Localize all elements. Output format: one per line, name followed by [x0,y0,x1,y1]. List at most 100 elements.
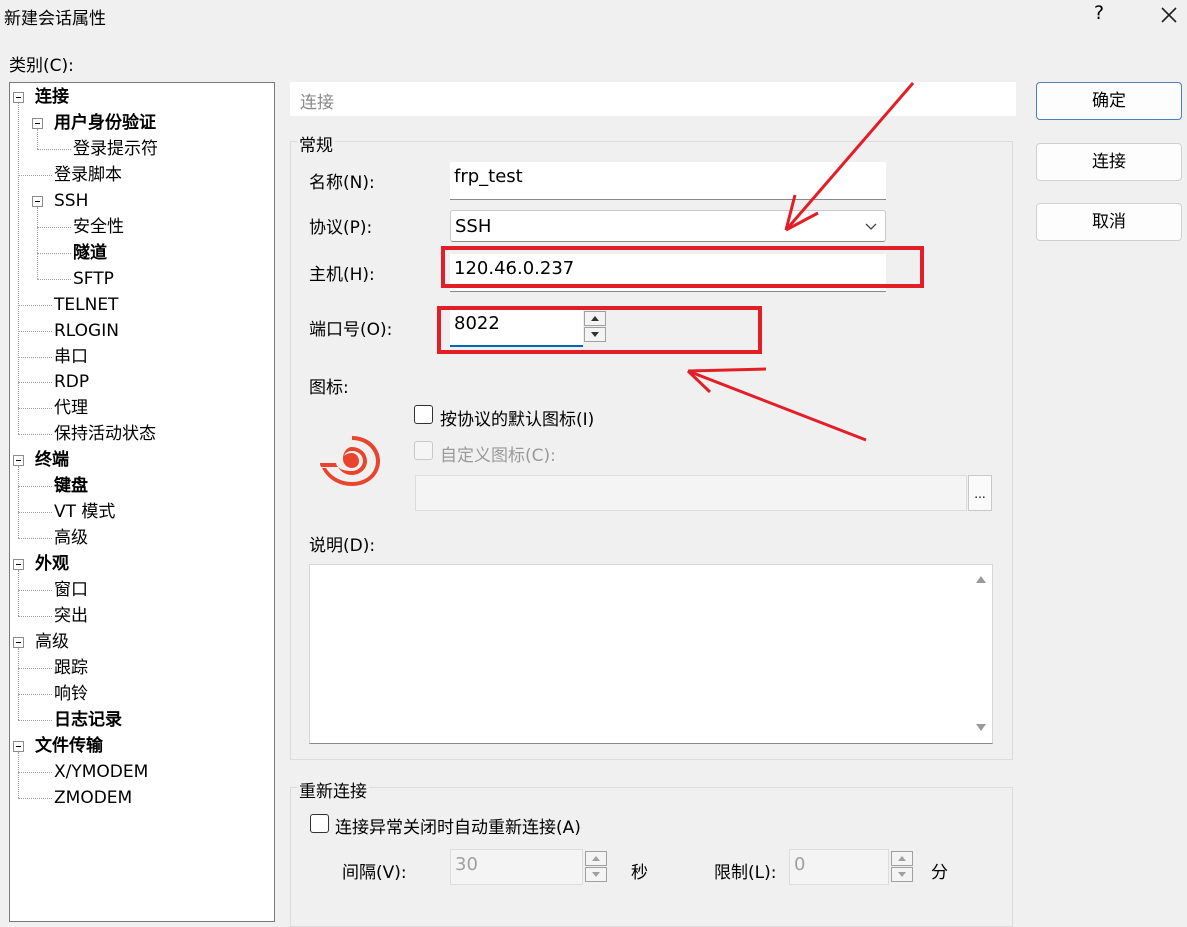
tree-item[interactable]: 响铃 [54,682,88,706]
limit-up-button[interactable] [891,851,913,866]
interval-label: 间隔(V): [342,863,407,883]
tree-item[interactable]: 键盘 [54,474,88,498]
host-highlight-box [441,246,924,288]
tree-connector [37,252,71,254]
close-icon [1161,7,1177,23]
tree-connector [37,206,38,279]
interval-down-button[interactable] [585,867,607,882]
tree-item-label: 响铃 [54,683,88,704]
tree-item[interactable]: 连接 [35,85,69,109]
tree-item-label: 突出 [54,606,88,626]
tree-item[interactable]: 串口 [54,345,88,369]
tree-connector [37,278,71,280]
custom-icon-checkbox[interactable] [414,441,433,460]
tree-item-label: TELNET [54,294,119,315]
scroll-down-icon[interactable] [975,723,987,733]
category-tree[interactable]: 连接用户身份验证 登录提示符登录脚本 SSH 安全性隧道 SFTP TELNET RLOGI… [9,82,275,922]
browse-icon-button[interactable]: ... [968,475,992,511]
tree-item[interactable]: 代理 [54,396,88,420]
ok-button[interactable]: 确定 [1036,82,1182,120]
tree-item[interactable]: RDP [54,370,89,394]
collapse-icon[interactable] [13,740,24,752]
protocol-label: 协议(P): [309,218,373,238]
tree-item[interactable]: 终端 [35,448,69,472]
tree-item[interactable]: 安全性 [73,215,124,239]
tree-connector [18,330,52,332]
tree-item-label: 文件传输 [35,735,103,756]
panel-header: 连接 [290,82,1016,116]
default-icon-checkbox[interactable] [414,405,433,424]
default-icon-label: 按协议的默认图标(I) [440,410,595,430]
limit-down-button[interactable] [891,867,913,882]
description-scrollbar[interactable] [970,565,992,743]
tree-item[interactable]: SSH [54,189,88,213]
scroll-up-icon[interactable] [975,574,987,584]
general-group-title: 常规 [297,131,335,156]
tree-item[interactable]: TELNET [54,293,118,317]
tree-connector [18,570,19,616]
interval-spinner[interactable] [585,851,607,883]
tree-item[interactable]: X/YMODEM [54,760,148,784]
limit-field[interactable]: 0 [789,849,889,885]
tree-item[interactable]: 用户身份验证 [54,111,156,135]
tree-connector [18,590,52,592]
limit-spinner[interactable] [891,851,913,883]
tree-item[interactable]: 窗口 [54,578,88,602]
tree-item[interactable]: 高级 [54,526,88,550]
tree-item-label: 连接 [35,87,69,107]
collapse-icon[interactable] [32,195,43,207]
tree-item[interactable]: VT 模式 [54,500,115,524]
tree-item[interactable]: ZMODEM [54,786,132,810]
tree-item-label: 高级 [35,631,69,652]
tree-item-label: 键盘 [54,476,88,497]
tree-item[interactable]: 隧道 [73,241,107,265]
collapse-icon[interactable] [32,117,43,129]
reconnect-checkbox[interactable] [310,814,329,833]
tree-connector [18,434,52,436]
collapse-icon[interactable] [13,455,24,467]
collapse-icon[interactable] [13,636,24,648]
protocol-select[interactable]: SSH [450,210,886,242]
tree-item[interactable]: 登录提示符 [73,137,158,161]
description-textarea[interactable] [309,564,993,744]
custom-icon-label: 自定义图标(C): [440,446,556,466]
tree-item-label: 窗口 [54,580,88,601]
tree-item-label: 日志记录 [54,709,122,730]
close-button[interactable] [1156,2,1182,28]
interval-value: 30 [455,854,478,875]
interval-field[interactable]: 30 [450,849,583,885]
tree-item-label: 终端 [35,450,69,471]
tree-item[interactable]: 登录脚本 [54,163,122,187]
checkmark-icon [417,409,430,420]
port-highlight-box [437,306,762,354]
tree-item[interactable]: 高级 [35,630,69,654]
tree-item-label: 登录脚本 [54,164,122,185]
name-value: frp_test [454,166,523,187]
tree-connector [18,751,19,798]
name-field[interactable]: frp_test [450,162,886,200]
tree-connector [18,512,52,514]
collapse-icon[interactable] [13,559,24,571]
custom-icon-path-field[interactable] [415,475,967,511]
tree-item[interactable]: 保持活动状态 [54,422,156,446]
tree-connector [18,538,52,540]
tree-item[interactable]: 文件传输 [35,734,103,758]
tree-item[interactable]: RLOGIN [54,319,119,343]
tree-item[interactable]: SFTP [73,267,114,291]
tree-item-label: 隧道 [73,242,107,263]
tree-item-label: SFTP [73,268,114,289]
tree-item[interactable]: 跟踪 [54,656,88,680]
tree-item[interactable]: 突出 [54,604,88,628]
collapse-icon[interactable] [13,92,24,103]
chevron-down-icon [865,223,877,230]
tree-connector [18,797,52,799]
protocol-value: SSH [455,216,492,237]
tree-connector [18,771,52,773]
port-label: 端口号(O): [309,320,393,340]
interval-up-button[interactable] [585,851,607,866]
tree-item[interactable]: 外观 [35,552,69,576]
connect-button[interactable]: 连接 [1036,143,1182,181]
tree-item[interactable]: 日志记录 [54,708,122,732]
cancel-button[interactable]: 取消 [1036,203,1182,241]
help-button[interactable]: ? [1088,2,1110,28]
